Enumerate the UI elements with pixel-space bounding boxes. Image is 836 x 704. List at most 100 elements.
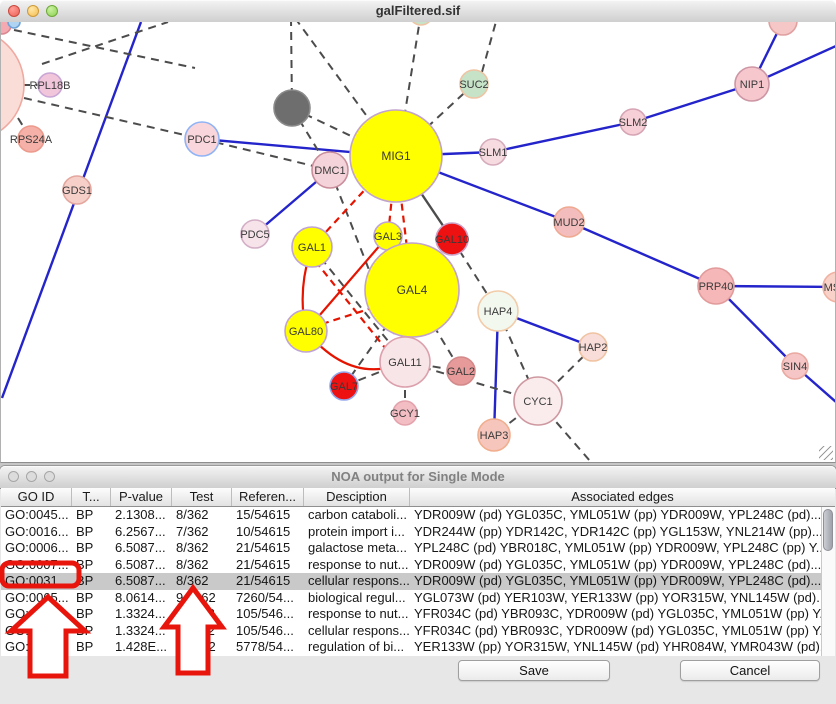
column-header[interactable]: T... bbox=[72, 488, 111, 506]
graph-node[interactable] bbox=[8, 22, 20, 28]
table-cell: YFR034C (pd) YBR093C, YDR009W (pd) YGL03… bbox=[410, 606, 821, 623]
table-cell: regulation of bi... bbox=[304, 639, 410, 656]
table-cell: BP bbox=[72, 557, 111, 574]
column-header[interactable]: GO ID bbox=[1, 488, 72, 506]
node-label: GAL4 bbox=[397, 283, 428, 297]
table-cell: 11/362 bbox=[172, 623, 232, 640]
table-cell: 8/362 bbox=[172, 573, 232, 590]
table-cell: 1.428E... bbox=[111, 639, 172, 656]
network-titlebar[interactable]: galFiltered.sif bbox=[0, 0, 836, 23]
graph-node[interactable] bbox=[0, 29, 24, 141]
table-cell: biological regul... bbox=[304, 590, 410, 607]
table-cell: BP bbox=[72, 540, 111, 557]
column-header[interactable]: Associated edges bbox=[410, 488, 835, 506]
table-cell: 21/54615 bbox=[232, 573, 304, 590]
node-label: DMC1 bbox=[314, 165, 345, 177]
table-cell: cellular respons... bbox=[304, 623, 410, 640]
table-cell: 8/362 bbox=[172, 507, 232, 524]
cancel-button[interactable]: Cancel bbox=[680, 660, 820, 681]
node-label: GAL3 bbox=[374, 231, 402, 243]
graph-node[interactable] bbox=[769, 22, 797, 35]
table-cell: 2.1308... bbox=[111, 507, 172, 524]
table-cell: 11/362 bbox=[172, 606, 232, 623]
node-label: PDC5 bbox=[240, 229, 269, 241]
table-cell: GO:0031... bbox=[1, 606, 72, 623]
table-cell: YFR034C (pd) YBR093C, YDR009W (pd) YGL03… bbox=[410, 623, 821, 640]
network-window-title: galFiltered.sif bbox=[0, 0, 836, 22]
node-label: NIP1 bbox=[740, 79, 764, 91]
node-label: PDC1 bbox=[187, 134, 216, 146]
table-cell: GO:0006... bbox=[1, 540, 72, 557]
table-cell: 8/362 bbox=[172, 540, 232, 557]
table-row[interactable]: GO:0045...BP2.1308...8/36215/54615carbon… bbox=[1, 507, 821, 524]
table-cell: BP bbox=[72, 524, 111, 541]
table-cell: 7/362 bbox=[172, 524, 232, 541]
table-cell: 21/54615 bbox=[232, 557, 304, 574]
table-cell: 8/362 bbox=[172, 557, 232, 574]
resize-grip[interactable] bbox=[819, 446, 833, 460]
column-header[interactable]: P-value bbox=[111, 488, 172, 506]
table-cell: YGL073W (pd) YER103W, YER133W (pp) YOR31… bbox=[410, 590, 821, 607]
node-label: CYC1 bbox=[523, 396, 552, 408]
table-cell: GO:0016... bbox=[1, 524, 72, 541]
table-cell: YDR244W (pp) YDR142C, YDR142C (pp) YGL15… bbox=[410, 524, 821, 541]
graph-node[interactable] bbox=[274, 90, 310, 126]
table-cell: GO:0007... bbox=[1, 557, 72, 574]
table-cell: 6.5087... bbox=[111, 573, 172, 590]
table-row[interactable]: GO:0050...BP1.428E...80/3625778/54...reg… bbox=[1, 639, 821, 656]
table-cell: carbon cataboli... bbox=[304, 507, 410, 524]
table-cell: BP bbox=[72, 573, 111, 590]
graph-edge bbox=[482, 22, 497, 72]
noa-titlebar[interactable]: NOA output for Single Mode bbox=[0, 466, 836, 489]
column-header[interactable]: Test bbox=[172, 488, 232, 506]
save-button[interactable]: Save bbox=[458, 660, 610, 681]
node-label: GAL2 bbox=[447, 366, 475, 378]
table-cell: 6.5087... bbox=[111, 557, 172, 574]
network-graph: RPL18BRPS24AGDS1PDC1DMC1MIG1PDC5GAL1GAL3… bbox=[0, 22, 836, 463]
table-cell: galactose meta... bbox=[304, 540, 410, 557]
table-cell: GO:0031... bbox=[1, 573, 72, 590]
table-cell: YDR009W (pd) YGL035C, YML051W (pp) YDR00… bbox=[410, 573, 821, 590]
table-cell: 8.0614... bbox=[111, 590, 172, 607]
table-row[interactable]: GO:0065...BP8.0614...94/3627260/54...bio… bbox=[1, 590, 821, 607]
node-label: MSL1 bbox=[824, 282, 836, 294]
network-window: galFiltered.sif RPL18BRPS24AGDS1PDC1DMC1… bbox=[0, 0, 836, 463]
node-label: SUC2 bbox=[459, 79, 488, 91]
vertical-scrollbar[interactable] bbox=[821, 507, 835, 656]
table-row[interactable]: GO:0006...BP6.5087...8/36221/54615galact… bbox=[1, 540, 821, 557]
noa-window-title: NOA output for Single Mode bbox=[0, 466, 836, 488]
graph-edge bbox=[569, 222, 716, 286]
table-row[interactable]: GO:0031...BP1.3324...11/362105/546...res… bbox=[1, 606, 821, 623]
node-label: HAP4 bbox=[484, 306, 513, 318]
table-cell: 6.5087... bbox=[111, 540, 172, 557]
table-row[interactable]: GO:0007...BP6.5087...8/36221/54615respon… bbox=[1, 557, 821, 574]
table-cell: 6.2567... bbox=[111, 524, 172, 541]
noa-output-window: NOA output for Single Mode GO IDT...P-va… bbox=[0, 466, 836, 704]
table-cell: 1.3324... bbox=[111, 606, 172, 623]
table-row[interactable]: GO:0031...BP6.5087...8/36221/54615cellul… bbox=[1, 573, 821, 590]
graph-node[interactable] bbox=[409, 22, 433, 25]
node-label: MUD2 bbox=[553, 217, 584, 229]
table-body: GO:0045...BP2.1308...8/36215/54615carbon… bbox=[1, 507, 821, 656]
column-header[interactable]: Referen... bbox=[232, 488, 304, 506]
table-row[interactable]: GO:0016...BP6.2567...7/36210/54615protei… bbox=[1, 524, 821, 541]
graph-edge bbox=[493, 122, 633, 152]
table-cell: YPL248C (pd) YBR018C, YML051W (pp) YDR00… bbox=[410, 540, 821, 557]
node-label: GAL7 bbox=[330, 381, 358, 393]
node-label: GCY1 bbox=[390, 408, 420, 420]
graph-edge bbox=[633, 84, 752, 122]
table-cell: response to nut... bbox=[304, 606, 410, 623]
table-cell: 15/54615 bbox=[232, 507, 304, 524]
column-header[interactable]: Desciption bbox=[304, 488, 410, 506]
table-cell: BP bbox=[72, 639, 111, 656]
table-cell: YDR009W (pd) YGL035C, YML051W (pp) YDR00… bbox=[410, 557, 821, 574]
table-cell: YER133W (pp) YOR315W, YNL145W (pd) YHR08… bbox=[410, 639, 821, 656]
table-row[interactable]: GO:0031...BP1.3324...11/362105/546...cel… bbox=[1, 623, 821, 640]
node-label: GAL11 bbox=[388, 357, 421, 369]
network-canvas[interactable]: RPL18BRPS24AGDS1PDC1DMC1MIG1PDC5GAL1GAL3… bbox=[0, 22, 836, 463]
scrollbar-thumb[interactable] bbox=[823, 509, 833, 551]
graph-edge bbox=[42, 22, 168, 64]
node-label: GAL10 bbox=[435, 234, 469, 246]
table-cell: 5778/54... bbox=[232, 639, 304, 656]
table-cell: 105/546... bbox=[232, 606, 304, 623]
